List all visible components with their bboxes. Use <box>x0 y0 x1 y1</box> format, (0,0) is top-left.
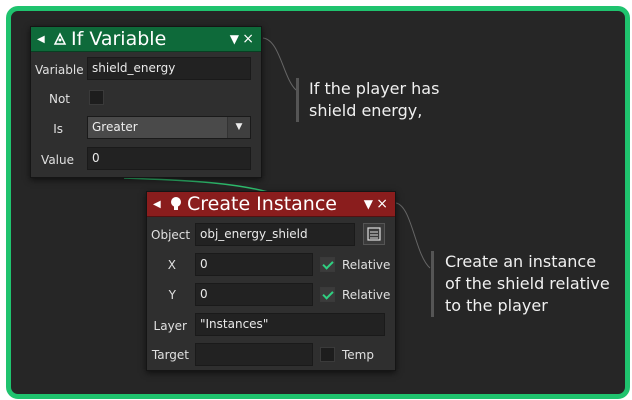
note1-line2: shield energy, <box>309 101 423 120</box>
object-input[interactable]: obj_energy_shield <box>195 223 355 246</box>
if-variable-node[interactable]: ◀ If Variable ▼ × Variable shield_energy… <box>30 26 262 178</box>
note1-bar <box>296 78 299 122</box>
y-relative-label: Relative <box>342 288 391 302</box>
create-instance-menu-button[interactable]: ▼ <box>364 192 373 216</box>
note2-bar <box>431 251 434 317</box>
note1-line1: If the player has <box>309 79 440 98</box>
object-picker-button[interactable] <box>363 223 385 245</box>
create-instance-node[interactable]: ◀ Create Instance ▼ × Object obj_energy_… <box>146 191 396 371</box>
if-variable-title: If Variable <box>71 28 167 50</box>
target-input[interactable] <box>195 343 313 366</box>
lightbulb-icon <box>167 195 185 213</box>
layer-input[interactable]: "Instances" <box>195 313 385 336</box>
variable-input[interactable]: shield_energy <box>87 57 251 80</box>
event-canvas: ◀ If Variable ▼ × Variable shield_energy… <box>0 0 632 400</box>
variable-flask-icon <box>51 30 69 48</box>
collapse-triangle-icon[interactable]: ◀ <box>153 199 163 210</box>
collapse-triangle-icon[interactable]: ◀ <box>37 34 47 45</box>
value-input[interactable]: 0 <box>87 147 251 170</box>
layer-label: Layer <box>153 319 187 333</box>
variable-label: Variable <box>35 63 84 77</box>
object-list-icon <box>367 227 381 241</box>
note2-line1: Create an instance <box>445 252 597 271</box>
note2-line2: of the shield relative <box>445 274 610 293</box>
x-label: X <box>167 258 176 272</box>
chevron-down-icon[interactable]: ▼ <box>227 117 250 138</box>
y-relative-checkbox[interactable] <box>320 287 335 302</box>
if-variable-close-button[interactable]: × <box>242 27 254 51</box>
target-label: Target <box>151 348 189 362</box>
create-instance-close-button[interactable]: × <box>376 192 388 216</box>
if-variable-menu-button[interactable]: ▼ <box>230 27 239 51</box>
x-relative-checkbox[interactable] <box>320 257 335 272</box>
not-checkbox[interactable] <box>89 90 104 105</box>
comparison-select-value: Greater <box>92 120 138 134</box>
comparison-select[interactable]: Greater ▼ <box>87 116 251 139</box>
create-instance-header[interactable]: ◀ Create Instance ▼ × <box>147 192 395 217</box>
comment-note-2[interactable]: Create an instance of the shield relativ… <box>445 251 610 317</box>
create-instance-title: Create Instance <box>187 193 337 215</box>
note1-pointer <box>262 37 297 91</box>
comment-note-1[interactable]: If the player has shield energy, <box>309 78 439 122</box>
temp-label: Temp <box>342 348 374 362</box>
if-variable-header[interactable]: ◀ If Variable ▼ × <box>31 27 261 52</box>
note2-line3: to the player <box>445 296 548 315</box>
value-label: Value <box>41 153 74 167</box>
object-label: Object <box>151 228 191 242</box>
temp-checkbox[interactable] <box>320 347 335 362</box>
y-label: Y <box>168 288 176 302</box>
x-relative-label: Relative <box>342 258 391 272</box>
x-input[interactable]: 0 <box>195 253 313 276</box>
action-connector <box>123 177 269 193</box>
is-label: Is <box>53 122 63 136</box>
note2-pointer <box>395 202 431 269</box>
y-input[interactable]: 0 <box>195 283 313 306</box>
not-label: Not <box>48 92 70 106</box>
